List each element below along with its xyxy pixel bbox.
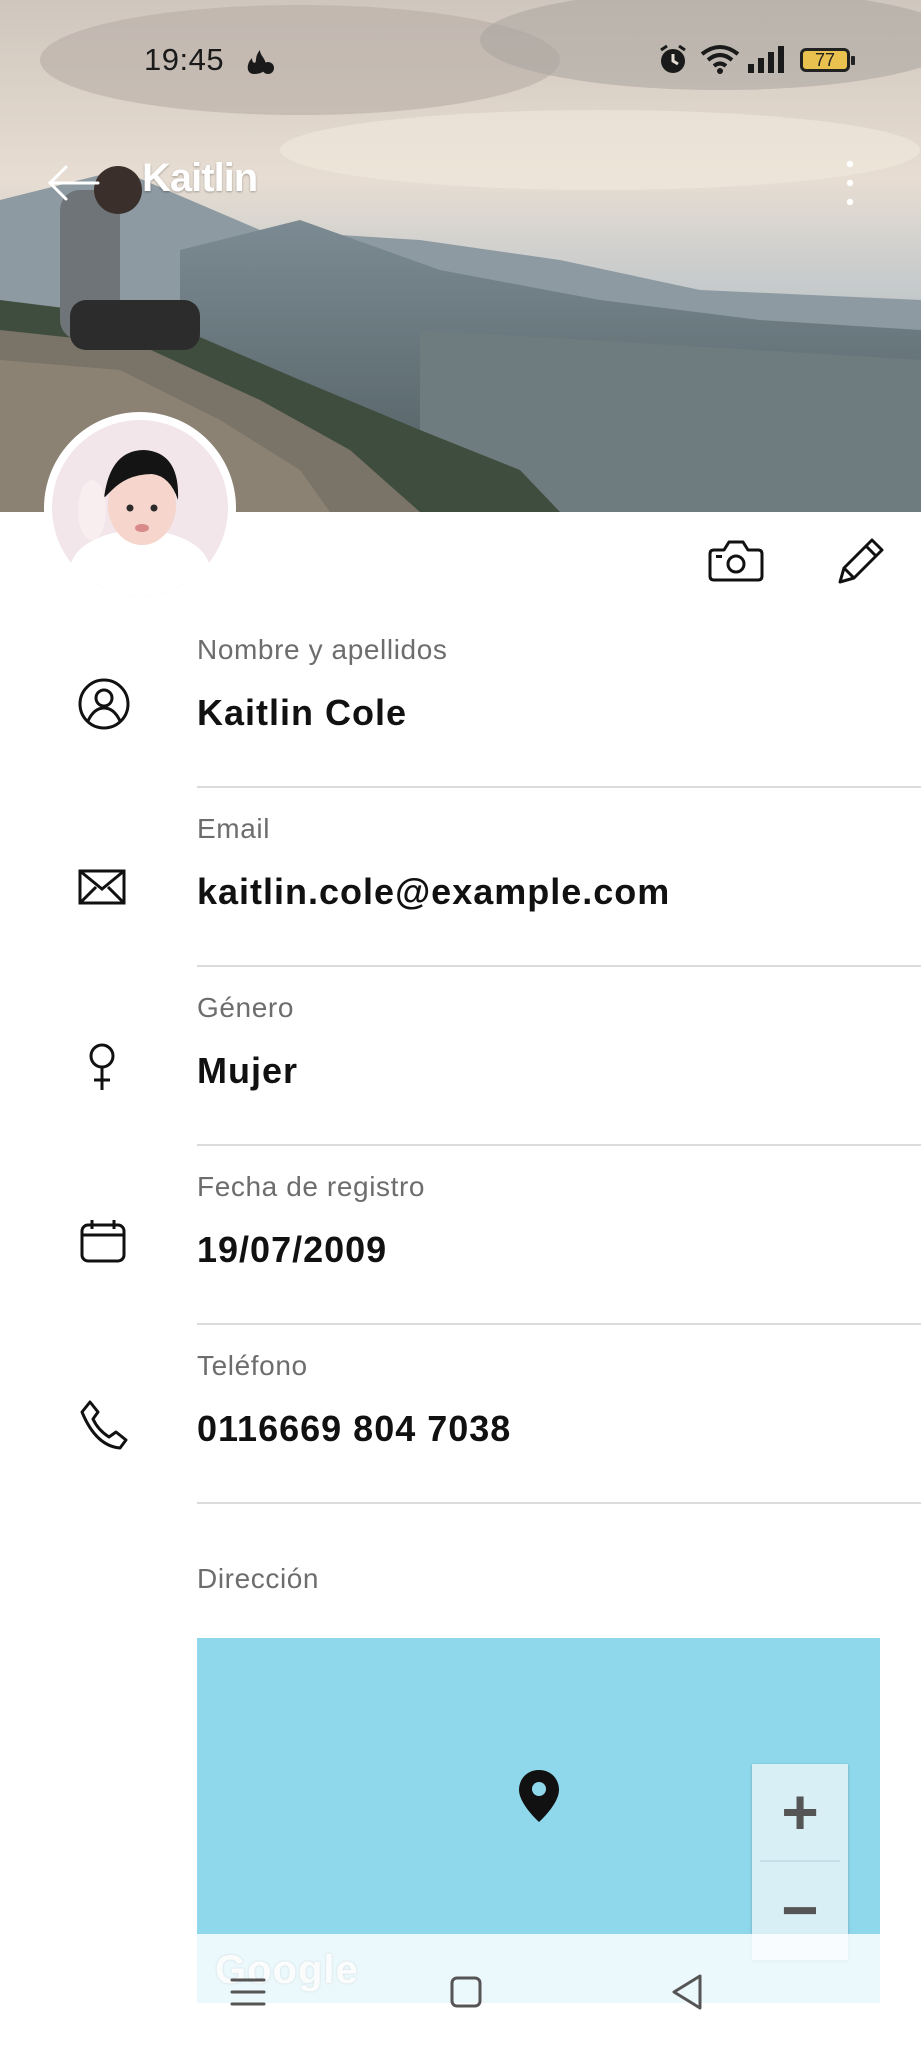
divider [197,786,921,788]
field-value: kaitlin.cole@example.com [197,871,671,912]
field-label: Nombre y apellidos [197,634,448,665]
field-label: Email [197,813,271,844]
avatar[interactable] [44,412,236,604]
divider [197,1502,921,1504]
map-footer: Google [197,1934,880,2003]
field-value: 19/07/2009 [197,1229,388,1270]
address-label: Dirección [197,1563,320,1594]
field-phone: Teléfono 0116669 804 7038 [0,1336,921,1515]
field-email: Email kaitlin.cole@example.com [0,799,921,978]
wifi-icon [700,45,740,74]
status-bar: 19:45 77 [0,0,921,120]
user-circle-icon [78,678,130,730]
calendar-icon [80,1220,126,1263]
battery-icon: 77 [800,48,855,72]
zoom-controls: + − [752,1764,848,1960]
arrow-left-icon[interactable] [44,158,100,208]
female-icon [89,1043,115,1090]
map-pin-icon[interactable] [517,1768,561,1824]
home-square-icon[interactable] [442,1968,490,2016]
divider [197,1144,921,1146]
field-label: Género [197,992,294,1023]
battery-level: 77 [814,50,836,70]
fire-notification-icon [247,50,274,74]
field-value: Kaitlin Cole [197,692,408,733]
avatar-photo [52,420,228,596]
field-gender: Género Mujer [0,978,921,1157]
address-map[interactable]: + − Google [197,1638,880,2003]
signal-icon [748,46,784,73]
page-title: Kaitlin [142,156,258,200]
field-value: Mujer [197,1050,299,1091]
status-time: 19:45 [144,42,225,77]
camera-icon[interactable] [706,532,766,590]
divider [197,1323,921,1325]
phone-icon [80,1400,128,1450]
field-value: 0116669 804 7038 [197,1408,512,1449]
field-registration-date: Fecha de registro 19/07/2009 [0,1157,921,1336]
more-vertical-icon[interactable] [838,158,862,208]
alarm-icon [660,44,686,73]
pencil-icon[interactable] [830,532,890,590]
field-name: Nombre y apellidos Kaitlin Cole [0,620,921,799]
field-label: Teléfono [197,1350,308,1381]
zoom-in-button[interactable]: + [752,1764,848,1860]
menu-icon[interactable] [224,1968,272,2016]
back-triangle-icon[interactable] [664,1968,712,2016]
divider [197,965,921,967]
field-label: Fecha de registro [197,1171,426,1202]
mail-icon [78,869,126,905]
